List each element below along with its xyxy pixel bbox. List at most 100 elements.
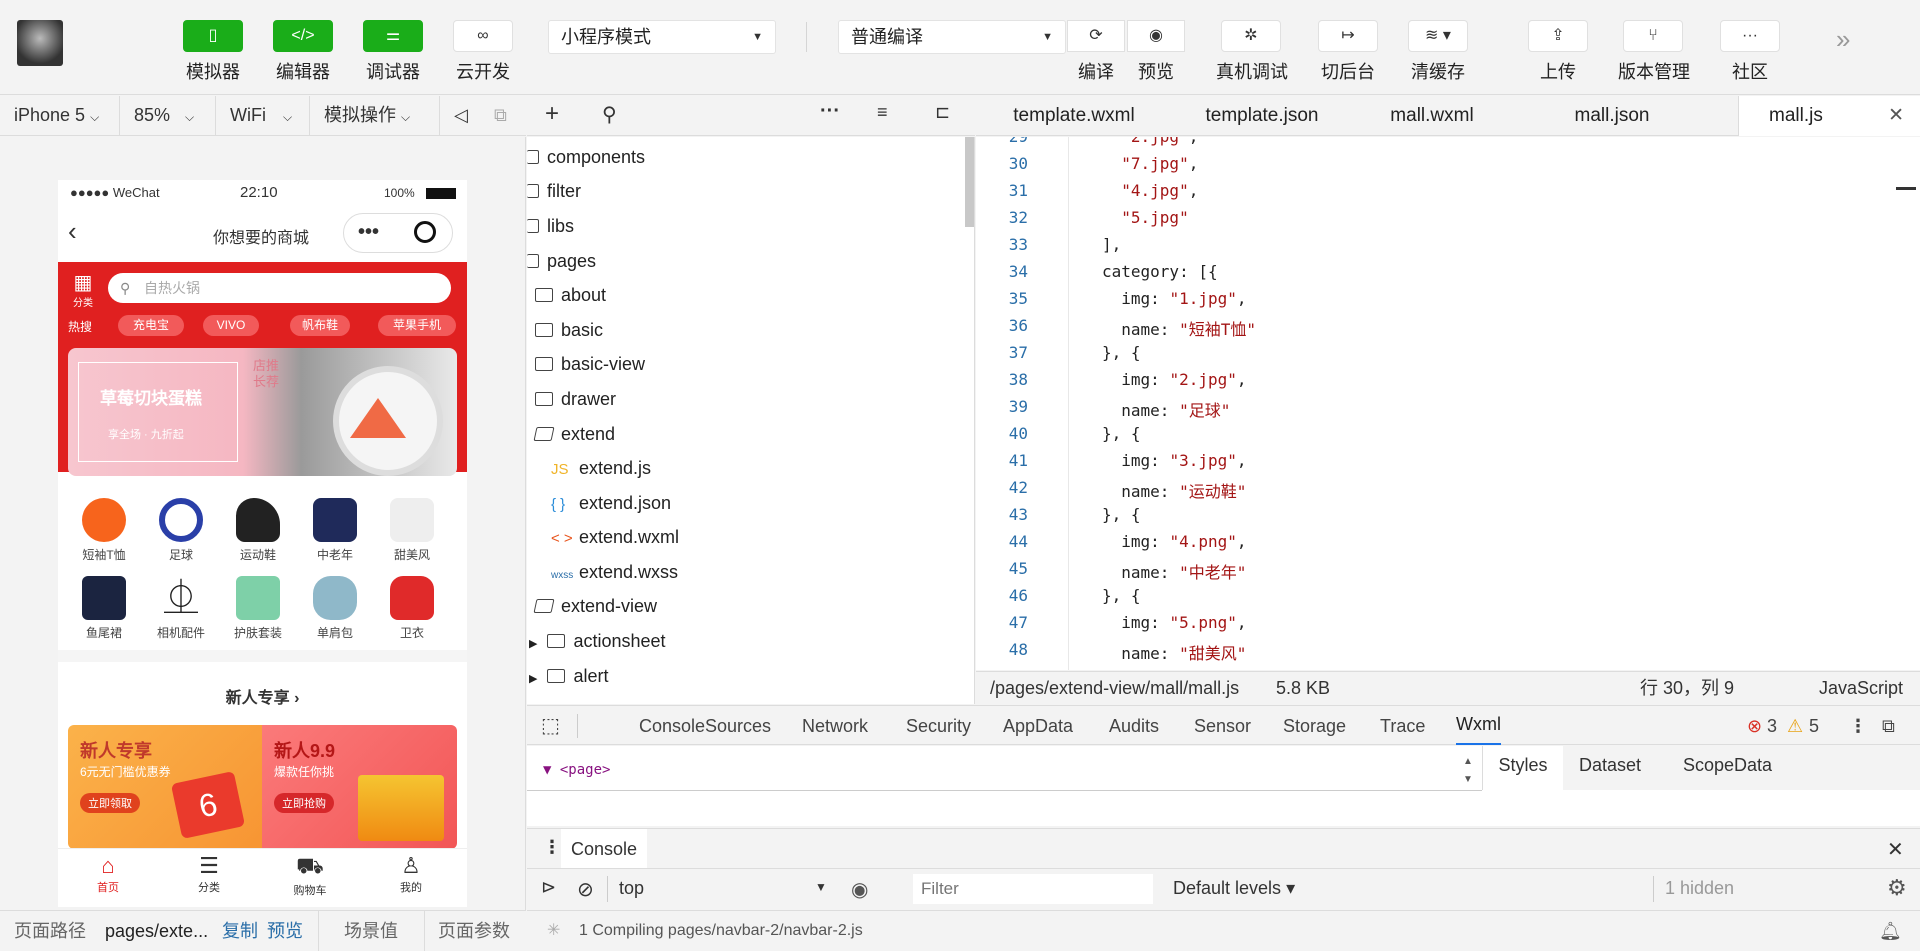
tree-item-folder[interactable]: ▶ actionsheet: [529, 624, 666, 658]
tab-mall-wxml[interactable]: mall.wxml: [1352, 96, 1512, 136]
background-button[interactable]: ↦ 切后台: [1313, 20, 1383, 84]
side-tab-scopedata[interactable]: ScopeData: [1683, 746, 1772, 784]
scroll-down-icon[interactable]: ▼: [1463, 774, 1473, 785]
tree-item-folder[interactable]: libs: [527, 209, 574, 243]
tree-item-folder[interactable]: extend-view: [533, 589, 657, 623]
devtab-trace[interactable]: Trace: [1380, 706, 1425, 746]
community-button[interactable]: ··· 社区: [1715, 20, 1785, 84]
editor-button[interactable]: </> 编辑器: [268, 20, 338, 84]
page-params-button[interactable]: 页面参数: [438, 911, 510, 951]
tree-item-folder[interactable]: basic: [535, 313, 603, 347]
capsule-menu[interactable]: •••: [343, 213, 453, 253]
category-entry[interactable]: ▦ 分类: [68, 272, 98, 309]
hot-tag[interactable]: 苹果手机: [378, 315, 456, 336]
preview-button[interactable]: ◉ 预览: [1121, 20, 1191, 84]
tree-item-file[interactable]: JS extend.js: [551, 451, 651, 485]
tree-item-folder[interactable]: components: [527, 140, 645, 174]
category-item[interactable]: 护肤套装: [228, 576, 288, 641]
console-filter-input[interactable]: [913, 874, 1153, 904]
category-item[interactable]: 单肩包: [305, 576, 365, 641]
eye-icon[interactable]: ◉: [851, 877, 868, 902]
scene-button[interactable]: 场景值: [344, 911, 398, 951]
cursor-position[interactable]: 行 30，列 9: [1640, 672, 1734, 704]
network-select[interactable]: WiFi ⌵: [216, 96, 310, 136]
error-count[interactable]: 3: [1767, 706, 1777, 746]
speaker-icon[interactable]: ◁: [440, 96, 480, 136]
chevron-down-icon[interactable]: ▼: [815, 880, 827, 894]
tab-template-wxml[interactable]: template.wxml: [976, 96, 1172, 136]
tab-mall-js[interactable]: mall.js ✕: [1738, 96, 1920, 136]
category-item[interactable]: 中老年: [305, 498, 365, 563]
tab-profile[interactable]: ♙ 我的: [381, 853, 441, 895]
tree-item-folder[interactable]: filter: [527, 174, 581, 208]
language-mode[interactable]: JavaScript: [1819, 672, 1903, 704]
log-levels-select[interactable]: Default levels ▾: [1173, 878, 1295, 899]
tab-home[interactable]: ⌂ 首页: [78, 853, 138, 895]
tree-item-file[interactable]: wxss extend.wxss: [551, 555, 678, 589]
tree-item-file[interactable]: < > extend.wxml: [551, 520, 679, 554]
tree-item-folder[interactable]: about: [535, 278, 606, 312]
bell-icon[interactable]: 🔔︎: [1879, 911, 1902, 951]
devtab-audits[interactable]: Audits: [1109, 706, 1159, 746]
hot-tag[interactable]: VIVO: [203, 315, 259, 336]
console-tab[interactable]: Console: [561, 829, 647, 869]
more-chevron-icon[interactable]: »: [1836, 24, 1850, 55]
tree-item-folder[interactable]: basic-view: [535, 347, 645, 381]
side-tab-dataset[interactable]: Dataset: [1579, 746, 1641, 784]
tab-template-json[interactable]: template.json: [1172, 96, 1352, 136]
devtab-wxml[interactable]: Wxml: [1456, 706, 1501, 745]
search-icon[interactable]: ⚲: [602, 102, 617, 127]
category-item[interactable]: 运动鞋: [228, 498, 288, 563]
wxml-tree-node[interactable]: ▼ <page>: [543, 762, 610, 778]
tree-item-folder[interactable]: drawer: [535, 382, 616, 416]
buy-button[interactable]: 立即抢购: [274, 793, 334, 813]
category-item[interactable]: 足球: [151, 498, 211, 563]
preview-path-link[interactable]: 预览: [267, 911, 303, 951]
compile-mode-select[interactable]: 普通编译 ▼: [838, 20, 1066, 54]
devtab-network[interactable]: Network: [802, 706, 868, 746]
version-button[interactable]: ⑂ 版本管理: [1618, 20, 1690, 84]
devtab-sources[interactable]: Sources: [705, 706, 771, 746]
mode-select[interactable]: 小程序模式 ▼: [548, 20, 776, 54]
scroll-up-icon[interactable]: ▲: [1463, 756, 1473, 767]
devtab-security[interactable]: Security: [906, 706, 971, 746]
search-input[interactable]: ⚲ 自热火锅: [108, 273, 451, 303]
drag-handle-icon[interactable]: ⋮: [543, 837, 561, 858]
clear-console-icon[interactable]: ⊘: [577, 877, 594, 902]
devtab-console[interactable]: Console: [639, 706, 705, 746]
devtab-sensor[interactable]: Sensor: [1194, 706, 1251, 746]
tab-cart[interactable]: ⛟ 购物车: [280, 853, 340, 898]
collapse-all-icon[interactable]: ≡: [877, 102, 888, 123]
devtab-storage[interactable]: Storage: [1283, 706, 1346, 746]
claim-button[interactable]: 立即领取: [80, 793, 140, 813]
category-item[interactable]: ⏂ 相机配件: [151, 576, 211, 641]
avatar[interactable]: [17, 20, 63, 66]
context-select[interactable]: top: [619, 878, 644, 899]
add-icon[interactable]: +: [545, 100, 559, 128]
operation-select[interactable]: 模拟操作 ⌵: [310, 96, 440, 136]
hot-tag[interactable]: 帆布鞋: [290, 315, 350, 336]
zoom-select[interactable]: 85% ⌵: [120, 96, 216, 136]
close-icon[interactable]: ✕: [1888, 96, 1904, 136]
tree-item-folder[interactable]: extend: [533, 417, 615, 451]
category-item[interactable]: 甜美风: [382, 498, 442, 563]
inspect-icon[interactable]: ⬚: [541, 706, 560, 746]
hot-tag[interactable]: 充电宝: [118, 315, 184, 336]
device-select[interactable]: iPhone 5 ⌵: [0, 96, 120, 136]
tree-scrollbar[interactable]: [965, 137, 974, 227]
category-item[interactable]: 鱼尾裙: [74, 576, 134, 641]
tree-item-file[interactable]: { } extend.json: [551, 486, 671, 520]
promo-card-newuser99[interactable]: 新人9.9 爆款任你挑 立即抢购: [262, 725, 457, 849]
close-icon[interactable]: ✕: [1887, 837, 1904, 862]
category-item[interactable]: 短袖T恤: [74, 498, 134, 563]
kebab-menu-icon[interactable]: ⋮: [1849, 706, 1867, 746]
tab-mall-json[interactable]: mall.json: [1512, 96, 1712, 136]
back-arrow-icon[interactable]: ‹: [68, 216, 77, 247]
cloud-button[interactable]: ∞ 云开发: [448, 20, 518, 84]
code-editor[interactable]: 29 "2.jpg", 30 "7.jpg", 31 "4.jpg", 32 "5.j…: [976, 137, 1920, 670]
tree-item-folder[interactable]: pages: [527, 244, 596, 278]
simulator-button[interactable]: ▯ 模拟器: [178, 20, 248, 84]
category-item[interactable]: 卫衣: [382, 576, 442, 641]
more-dots-icon[interactable]: •••: [358, 221, 379, 244]
sidebar-toggle-icon[interactable]: ⊏: [935, 102, 950, 123]
